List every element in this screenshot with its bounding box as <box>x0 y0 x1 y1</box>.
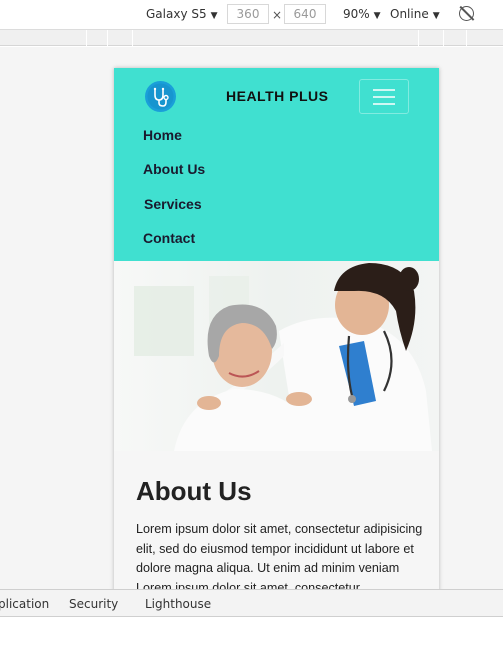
tab-security[interactable]: Security <box>69 597 118 611</box>
navbar: HEALTH PLUS Home About Us Services Conta… <box>114 68 439 261</box>
height-input[interactable]: 640 <box>284 4 326 24</box>
device-name: Galaxy S5 <box>146 7 207 21</box>
device-viewport: HEALTH PLUS Home About Us Services Conta… <box>0 47 503 589</box>
phone-screen: HEALTH PLUS Home About Us Services Conta… <box>114 68 439 589</box>
nav-link-services[interactable]: Services <box>144 196 202 212</box>
devtools-tab-bar: plication Security Lighthouse <box>0 589 503 617</box>
chevron-down-icon: ▼ <box>373 11 381 21</box>
nav-link-contact[interactable]: Contact <box>143 230 195 246</box>
zoom-value: 90% <box>343 7 370 21</box>
tab-application[interactable]: plication <box>0 597 49 611</box>
about-heading: About Us <box>136 476 252 506</box>
hamburger-menu-icon[interactable] <box>359 79 409 114</box>
doctor-with-senior-patient-photo <box>114 261 439 451</box>
nav-link-home[interactable]: Home <box>143 127 182 143</box>
brand-title[interactable]: HEALTH PLUS <box>226 88 328 104</box>
chevron-down-icon: ▼ <box>210 11 218 21</box>
network-value: Online <box>390 7 429 21</box>
media-query-ruler <box>0 30 503 46</box>
devtools-panel <box>0 617 503 669</box>
device-select[interactable]: Galaxy S5 ▼ <box>146 7 218 21</box>
network-select[interactable]: Online ▼ <box>390 7 440 21</box>
dimension-separator: × <box>272 8 283 22</box>
rotate-icon[interactable] <box>459 6 474 21</box>
device-toolbar: Galaxy S5 ▼ 360 × 640 90% ▼ Online ▼ <box>0 0 503 30</box>
zoom-select[interactable]: 90% ▼ <box>343 7 381 21</box>
nav-link-about-us[interactable]: About Us <box>143 161 205 177</box>
tab-lighthouse[interactable]: Lighthouse <box>145 597 211 611</box>
stethoscope-icon[interactable] <box>145 81 176 112</box>
chevron-down-icon: ▼ <box>432 11 440 21</box>
about-paragraph: Lorem ipsum dolor sit amet, consectetur … <box>136 522 423 589</box>
width-input[interactable]: 360 <box>227 4 269 24</box>
